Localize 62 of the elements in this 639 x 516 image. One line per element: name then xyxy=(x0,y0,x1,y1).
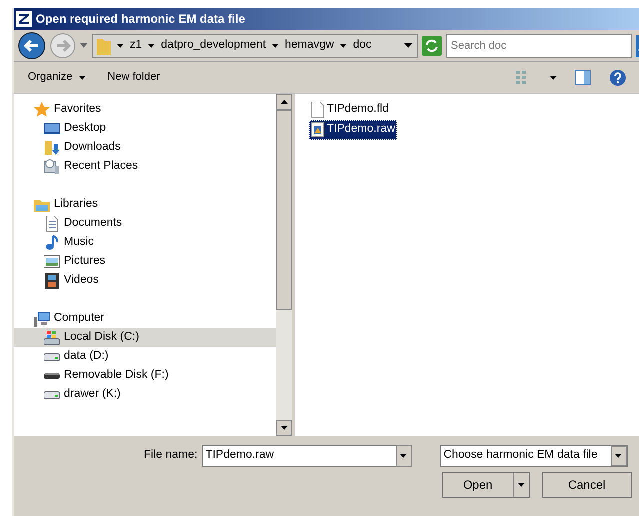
refresh-icon[interactable] xyxy=(422,36,442,56)
navigation-item[interactable]: Libraries xyxy=(14,195,276,214)
navigation-item[interactable]: Downloads xyxy=(14,138,276,157)
file-item[interactable]: TIPdemo.raw xyxy=(309,120,398,140)
organize-button[interactable]: Organize xyxy=(26,67,88,88)
navigation-item[interactable]: Videos xyxy=(14,271,276,290)
navigation-item[interactable]: Recent Places xyxy=(14,157,276,176)
navigation-item[interactable]: Music xyxy=(14,233,276,252)
star-icon xyxy=(34,102,50,118)
navigation-item[interactable]: Favorites xyxy=(14,100,276,119)
scrollbar[interactable] xyxy=(276,94,292,436)
desktop-icon xyxy=(44,120,60,136)
navigation-item[interactable]: Documents xyxy=(14,214,276,233)
caret-icon xyxy=(78,76,86,80)
address-bar[interactable]: z1 datpro_development hemavgw doc xyxy=(92,34,418,58)
new-folder-button[interactable]: New folder xyxy=(106,67,162,88)
drive-icon xyxy=(44,330,60,346)
scroll-up-icon[interactable] xyxy=(280,100,288,104)
recent-places-icon xyxy=(44,158,60,174)
caret-icon[interactable] xyxy=(148,44,156,48)
file-type-dropdown[interactable]: Choose harmonic EM data file xyxy=(440,445,628,467)
caret-icon[interactable] xyxy=(550,76,557,80)
navigation-item[interactable]: Local Disk (C:) xyxy=(14,328,276,347)
folder-icon xyxy=(44,140,60,156)
back-icon[interactable] xyxy=(18,32,46,60)
search-field[interactable]: Search doc xyxy=(446,34,632,58)
cancel-button[interactable]: Cancel xyxy=(542,472,632,498)
file-name-field[interactable]: TIPdemo.raw xyxy=(202,445,396,467)
breadcrumb-item[interactable]: hemavgw xyxy=(285,36,334,54)
open-button[interactable]: Open xyxy=(442,472,530,498)
caret-icon[interactable] xyxy=(117,44,124,48)
app-icon xyxy=(16,11,32,27)
picture-icon xyxy=(44,254,60,270)
navigation-item[interactable]: drawer (K:) xyxy=(14,385,276,404)
file-item[interactable]: TIPdemo.fld xyxy=(309,100,391,120)
navigation-item[interactable]: Removable Disk (F:) xyxy=(14,366,276,385)
dropdown-icon[interactable] xyxy=(404,43,413,48)
music-note-icon xyxy=(44,234,60,250)
caret-icon[interactable] xyxy=(272,44,280,48)
film-icon xyxy=(44,272,60,288)
scroll-down-icon[interactable] xyxy=(280,426,288,430)
preview-pane-icon[interactable] xyxy=(575,70,591,85)
caret-icon[interactable] xyxy=(340,44,348,48)
help-icon[interactable] xyxy=(609,68,627,86)
dropdown-icon xyxy=(615,454,622,458)
folder-icon xyxy=(97,36,111,54)
navigation-item[interactable]: Pictures xyxy=(14,252,276,271)
data-file-icon xyxy=(311,122,325,138)
dropdown-icon xyxy=(400,454,408,458)
navigation-item[interactable]: Computer xyxy=(14,309,276,328)
file-name-label: File name: xyxy=(144,448,198,464)
breadcrumb-item[interactable]: datpro_development xyxy=(161,36,266,54)
dropdown-button[interactable] xyxy=(396,445,412,467)
file-icon xyxy=(311,102,325,118)
navigation-item[interactable]: Desktop xyxy=(14,119,276,138)
computer-icon xyxy=(34,310,50,326)
navigation-item[interactable]: data (D:) xyxy=(14,347,276,366)
caret-icon[interactable] xyxy=(518,483,525,487)
document-icon xyxy=(44,216,60,232)
window-title: Open required harmonic EM data file xyxy=(36,11,246,28)
breadcrumb-item[interactable]: doc xyxy=(353,36,372,54)
breadcrumb-item[interactable]: z1 xyxy=(130,36,142,54)
